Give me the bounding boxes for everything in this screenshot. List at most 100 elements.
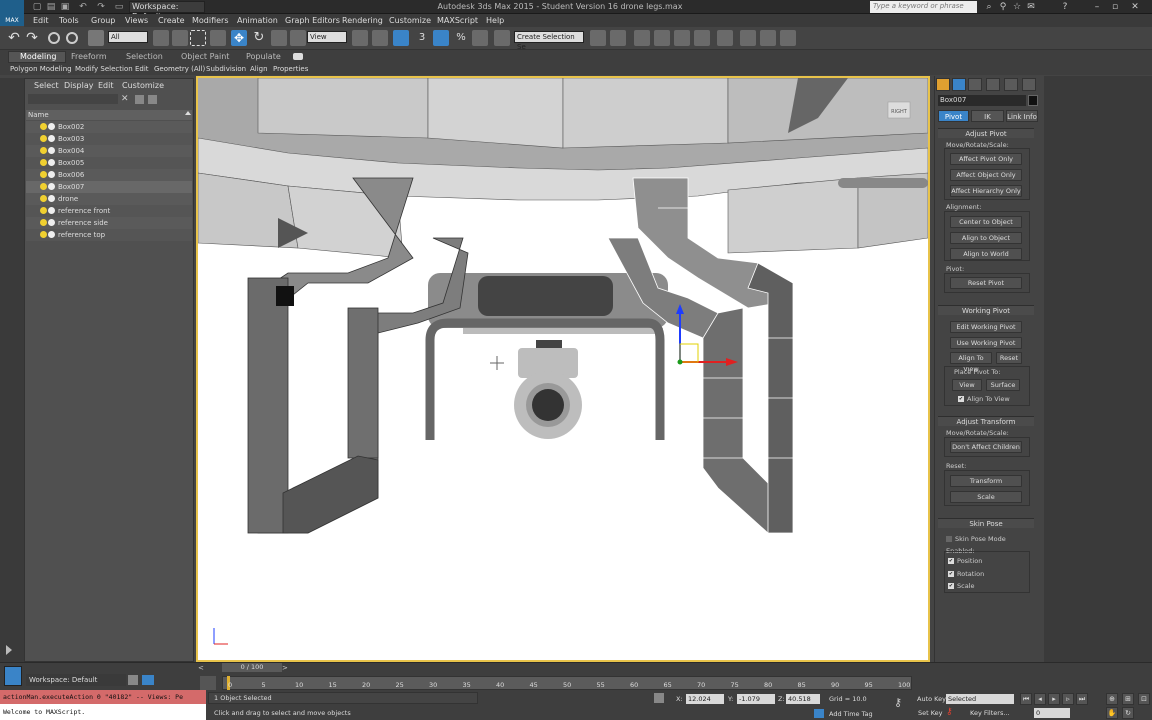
viewport-layout-icon[interactable] bbox=[4, 666, 22, 686]
minimize-icon[interactable]: – bbox=[1090, 1, 1104, 13]
maxscript-listener-output[interactable]: actionMan.executeAction 0 "40182" -- Vie… bbox=[0, 690, 206, 704]
angle-snap-icon[interactable] bbox=[433, 30, 449, 46]
rotation-checkbox[interactable]: ✔ Rotation bbox=[948, 569, 984, 579]
ribbon-align[interactable]: Align bbox=[250, 64, 268, 74]
current-frame-field[interactable]: 0 bbox=[1034, 708, 1070, 718]
undo-icon[interactable]: ↶ bbox=[6, 30, 22, 46]
ribbon-edit[interactable]: Edit bbox=[135, 64, 149, 74]
ribbon-tab-selection[interactable]: Selection bbox=[126, 52, 163, 62]
slider-prev-icon[interactable]: < bbox=[198, 664, 208, 672]
object-name-field[interactable]: Box007 bbox=[938, 95, 1026, 106]
favorites-icon[interactable]: ☆ bbox=[1010, 1, 1024, 13]
list-item[interactable]: Box003 bbox=[26, 133, 192, 145]
reset-working-pivot-button[interactable]: Reset bbox=[996, 352, 1022, 364]
ribbon-tab-modeling[interactable]: Modeling bbox=[20, 52, 56, 62]
menu-views[interactable]: Views bbox=[125, 14, 148, 27]
unlink-icon[interactable] bbox=[66, 32, 78, 44]
affect-object-only-button[interactable]: Affect Object Only bbox=[950, 169, 1022, 181]
menu-graph-editors[interactable]: Graph Editors bbox=[285, 14, 340, 27]
motion-tab-icon[interactable] bbox=[986, 78, 1000, 91]
explorer-tab-customize[interactable]: Customize bbox=[122, 80, 164, 91]
workspace-bottom-label[interactable]: Workspace: Default bbox=[26, 674, 126, 686]
explorer-filter-field[interactable] bbox=[28, 94, 118, 104]
curve-editor-icon[interactable] bbox=[694, 30, 710, 46]
redo-icon[interactable]: ↷ bbox=[96, 2, 106, 12]
align-icon[interactable] bbox=[610, 30, 626, 46]
graphite-toggle-icon[interactable] bbox=[674, 30, 690, 46]
ribbon-subdivision[interactable]: Subdivision bbox=[206, 64, 246, 74]
tab-pivot[interactable]: Pivot bbox=[938, 110, 969, 122]
reset-scale-button[interactable]: Scale bbox=[950, 491, 1022, 503]
search-input[interactable]: Type a keyword or phrase bbox=[870, 1, 977, 13]
named-selection-dropdown[interactable]: Create Selection Se bbox=[514, 31, 584, 51]
ribbon-tab-populate[interactable]: Populate bbox=[246, 52, 281, 62]
list-item[interactable]: drone bbox=[26, 193, 192, 205]
reset-pivot-button[interactable]: Reset Pivot bbox=[950, 277, 1022, 289]
explorer-column-header[interactable]: Name bbox=[26, 110, 192, 120]
menu-animation[interactable]: Animation bbox=[237, 14, 278, 27]
visibility-bulb-icon[interactable] bbox=[40, 147, 47, 154]
menu-modifiers[interactable]: Modifiers bbox=[192, 14, 229, 27]
time-tag-icon[interactable] bbox=[814, 709, 824, 718]
align-to-view-checkbox[interactable]: ✔ Align To View bbox=[958, 394, 1010, 404]
menu-group[interactable]: Group bbox=[91, 14, 115, 27]
prev-frame-icon[interactable]: ◂ bbox=[1034, 693, 1046, 705]
list-item[interactable]: Box004 bbox=[26, 145, 192, 157]
binoculars-icon[interactable]: ⌕ bbox=[982, 1, 996, 13]
layer-explorer-icon[interactable] bbox=[634, 30, 650, 46]
ribbon-properties[interactable]: Properties bbox=[273, 64, 308, 74]
set-key-button[interactable]: Set Key bbox=[918, 709, 943, 717]
position-checkbox[interactable]: ✔ Position bbox=[948, 556, 982, 566]
mirror-icon[interactable] bbox=[590, 30, 606, 46]
rectangle-selection-icon[interactable] bbox=[190, 30, 206, 46]
reset-transform-button[interactable]: Transform bbox=[950, 475, 1022, 487]
rollout-skin-pose[interactable]: Skin Pose bbox=[938, 518, 1034, 528]
mini-curve-editor-icon[interactable] bbox=[200, 676, 216, 690]
new-file-icon[interactable]: ▢ bbox=[32, 2, 42, 12]
app-logo-icon[interactable]: MAX bbox=[0, 0, 24, 26]
project-folder-icon[interactable]: ▭ bbox=[114, 2, 124, 12]
edit-named-selection-icon[interactable] bbox=[494, 30, 510, 46]
clear-filter-icon[interactable]: ✕ bbox=[121, 94, 130, 104]
visibility-bulb-icon[interactable] bbox=[40, 207, 47, 214]
undo-icon[interactable]: ↶ bbox=[78, 2, 88, 12]
zoom-all-icon[interactable]: ⊞ bbox=[1122, 693, 1134, 705]
go-to-start-icon[interactable]: ⏮ bbox=[1020, 693, 1032, 705]
next-frame-icon[interactable]: ▹ bbox=[1062, 693, 1074, 705]
auto-key-button[interactable]: Auto Key bbox=[917, 695, 946, 703]
select-and-scale-icon[interactable] bbox=[271, 30, 287, 46]
ribbon-geometry-all[interactable]: Geometry (All) bbox=[154, 64, 205, 74]
add-time-tag[interactable]: Add Time Tag bbox=[829, 710, 873, 718]
gizmo-plane-handle[interactable] bbox=[679, 343, 699, 363]
place-pivot-view-button[interactable]: View bbox=[952, 379, 982, 391]
open-file-icon[interactable]: ▤ bbox=[46, 2, 56, 12]
tab-link-info[interactable]: Link Info bbox=[1006, 110, 1038, 122]
manipulate-icon[interactable] bbox=[372, 30, 388, 46]
explorer-option-icon[interactable] bbox=[135, 95, 144, 104]
align-to-world-button[interactable]: Align to World bbox=[950, 248, 1022, 260]
menu-help[interactable]: Help bbox=[486, 14, 504, 27]
ribbon-tab-freeform[interactable]: Freeform bbox=[71, 52, 107, 62]
display-tab-icon[interactable] bbox=[1004, 78, 1018, 91]
select-by-name-icon[interactable] bbox=[172, 30, 188, 46]
slider-next-icon[interactable]: > bbox=[282, 664, 292, 672]
close-icon[interactable]: ✕ bbox=[1128, 1, 1142, 13]
modify-tab-icon[interactable] bbox=[952, 78, 966, 91]
object-color-swatch[interactable] bbox=[1028, 95, 1038, 106]
menu-edit[interactable]: Edit bbox=[33, 14, 49, 27]
select-and-move-icon[interactable]: ✥ bbox=[231, 30, 247, 46]
list-item[interactable]: reference top bbox=[26, 229, 192, 241]
ribbon-tab-object-paint[interactable]: Object Paint bbox=[181, 52, 229, 62]
snaps-toggle-icon[interactable]: 3 bbox=[414, 30, 430, 46]
place-pivot-surface-button[interactable]: Surface bbox=[986, 379, 1020, 391]
maximize-icon[interactable]: ▫ bbox=[1108, 1, 1122, 13]
list-item[interactable]: Box002 bbox=[26, 121, 192, 133]
visibility-bulb-icon[interactable] bbox=[40, 195, 47, 202]
hierarchy-tab-icon[interactable] bbox=[968, 78, 982, 91]
key-icon[interactable]: ⚷ bbox=[894, 696, 908, 710]
viewport-right[interactable]: RIGHT bbox=[196, 76, 930, 662]
go-to-end-icon[interactable]: ⏭ bbox=[1076, 693, 1088, 705]
scene-explorer-icon[interactable] bbox=[654, 30, 670, 46]
align-to-view-button[interactable]: Align To View bbox=[950, 352, 992, 373]
menu-rendering[interactable]: Rendering bbox=[342, 14, 383, 27]
